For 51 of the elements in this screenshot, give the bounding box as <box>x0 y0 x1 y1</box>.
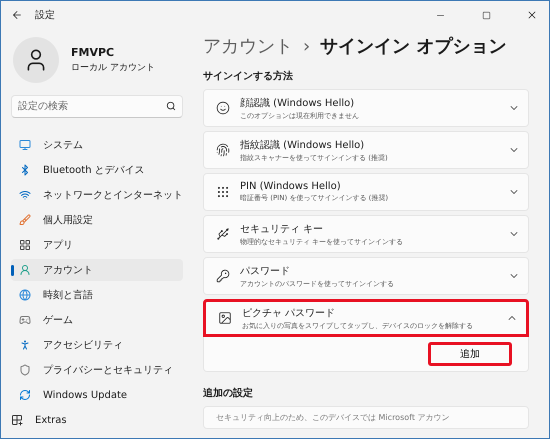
nav-icon <box>11 414 23 426</box>
nav-item[interactable]: システム <box>11 134 183 156</box>
option-icon <box>218 311 232 325</box>
search-field[interactable]: 設定の検索 <box>11 95 183 118</box>
option-icon <box>216 227 230 241</box>
nav-item[interactable]: アクセシビリティ <box>11 334 183 356</box>
nav-icon <box>19 289 31 301</box>
nav-icon <box>19 164 31 176</box>
nav-icon <box>19 239 31 251</box>
window-title: 設定 <box>35 8 56 22</box>
account-type: ローカル アカウント <box>71 62 155 74</box>
setting-description: セキュリティ向上のため、このデバイスでは Microsoft アカウン <box>203 406 529 429</box>
option-title: パスワード <box>240 264 290 278</box>
option-icon <box>216 101 230 115</box>
nav-icon <box>19 389 31 401</box>
option-title: ピクチャ パスワード <box>242 306 336 320</box>
nav-item[interactable]: ゲーム <box>11 309 183 331</box>
option-title: PIN (Windows Hello) <box>240 181 341 192</box>
nav-icon <box>19 314 31 326</box>
nav-icon <box>19 214 31 226</box>
nav-item[interactable]: アプリ <box>11 234 183 256</box>
nav-item[interactable]: 個人用設定 <box>11 209 183 231</box>
section-title: サインインする方法 <box>203 69 294 83</box>
nav-item[interactable]: 時刻と言語 <box>11 284 183 306</box>
nav-icon <box>19 264 31 276</box>
breadcrumb-separator: › <box>303 36 310 56</box>
nav-icon <box>19 364 31 376</box>
back-icon[interactable] <box>11 9 23 21</box>
close-icon[interactable] <box>526 9 538 21</box>
avatar <box>13 37 59 83</box>
add-button[interactable]: 追加 <box>428 342 512 366</box>
nav-item[interactable]: Windows Update <box>11 384 183 406</box>
nav-item[interactable]: アカウント <box>11 259 183 281</box>
section-title: 追加の設定 <box>203 386 254 400</box>
option-icon <box>216 185 230 199</box>
profile-name: FMVPC <box>71 46 116 59</box>
option-title: 顔認識 (Windows Hello) <box>240 96 354 110</box>
option-title: 指紋認識 (Windows Hello) <box>240 138 364 152</box>
page-title: サインイン オプション <box>320 35 506 58</box>
maximize-icon[interactable] <box>482 10 490 20</box>
breadcrumb-link[interactable]: アカウント <box>203 34 293 58</box>
option-icon <box>216 143 230 157</box>
nav-item[interactable]: ネットワークとインターネット <box>11 184 183 206</box>
search-icon[interactable] <box>166 101 176 111</box>
option-icon <box>216 269 230 283</box>
nav-icon <box>19 339 31 351</box>
nav-item[interactable]: Extras <box>11 409 183 431</box>
nav-icon <box>19 139 31 151</box>
option-title: セキュリティ キー <box>240 222 324 236</box>
nav-item[interactable]: Bluetooth とデバイス <box>11 159 183 181</box>
nav-item[interactable]: プライバシーとセキュリティ <box>11 359 183 381</box>
